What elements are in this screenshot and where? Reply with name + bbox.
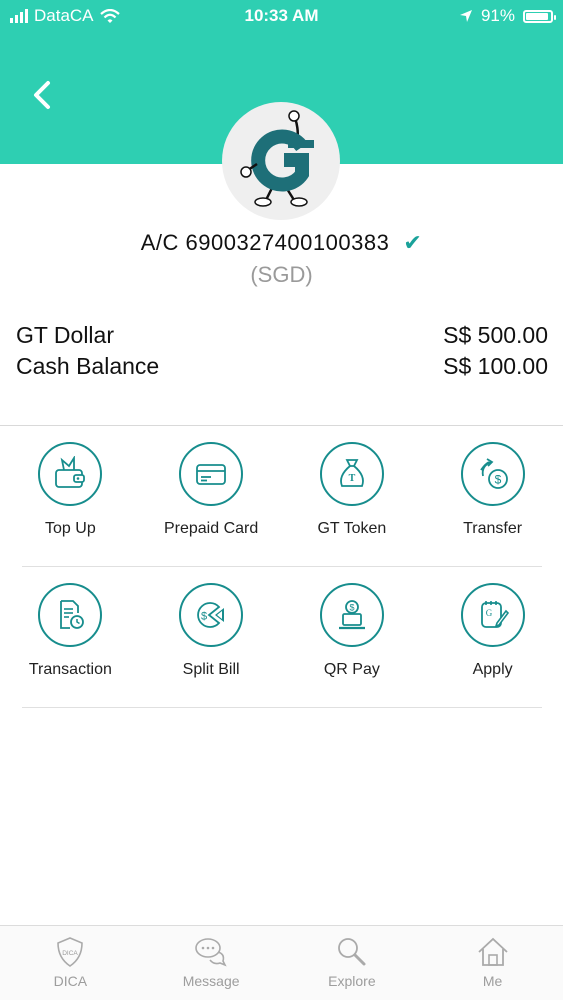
action-label: Transfer <box>463 520 523 537</box>
document-clock-icon <box>60 600 85 629</box>
balance-value: S$ 500.00 <box>443 322 548 348</box>
back-chevron-icon[interactable] <box>28 77 58 113</box>
icon-ring: $ <box>319 583 384 647</box>
balance-row-gt-dollar: GT Dollar S$ 500.00 <box>16 322 548 353</box>
action-label: Prepaid Card <box>163 520 259 537</box>
action-label: Apply <box>472 661 513 678</box>
magnifier-icon <box>337 938 366 966</box>
row-divider <box>22 566 542 567</box>
card-icon <box>196 464 227 485</box>
money-bag-icon: T <box>339 459 364 487</box>
split-bill-button[interactable]: $ Split Bill <box>141 583 282 679</box>
gt-token-button[interactable]: T GT Token <box>282 442 423 538</box>
icon-ring: $ <box>179 583 244 647</box>
tab-dica[interactable]: DICA DICA <box>0 926 141 1000</box>
check-icon: ✔ <box>403 230 423 255</box>
status-bar: DataCA 10:33 AM 91% <box>0 0 563 32</box>
battery-fill <box>526 12 548 20</box>
icon-ring <box>38 442 103 506</box>
tab-bar: DICA DICA Message Explore Me <box>0 925 563 1000</box>
tab-label: DICA <box>53 973 88 989</box>
icon-ring <box>179 442 244 506</box>
icon-ring: $ <box>460 442 525 506</box>
balance-value: S$ 100.00 <box>443 353 548 379</box>
account-currency: (SGD) <box>250 262 313 287</box>
action-label: GT Token <box>317 520 387 537</box>
chat-icon <box>195 938 227 967</box>
account-number: A/C 6900327400100383 <box>140 230 390 255</box>
qr-laptop-icon: $ <box>338 600 365 630</box>
icon-ring <box>38 583 103 647</box>
balance-label: GT Dollar <box>16 322 114 348</box>
location-arrow-icon <box>459 10 472 22</box>
svg-text:T: T <box>349 473 356 484</box>
section-divider <box>0 425 563 426</box>
action-label: Split Bill <box>182 661 240 678</box>
transfer-button[interactable]: $ Transfer <box>422 442 563 538</box>
tab-explore[interactable]: Explore <box>282 926 423 1000</box>
wallet-icon <box>55 456 86 488</box>
home-icon <box>478 937 508 966</box>
account-number-row: A/C 6900327400100383 ✔ <box>0 230 563 256</box>
top-up-button[interactable]: Top Up <box>0 442 141 538</box>
tab-label: Message <box>182 973 240 989</box>
svg-text:G: G <box>485 608 492 618</box>
avatar <box>222 102 340 220</box>
tab-label: Explore <box>328 973 376 989</box>
svg-text:$: $ <box>349 603 354 613</box>
qr-pay-button[interactable]: $ QR Pay <box>282 583 423 679</box>
action-row-2: Transaction $ Split Bill $ QR Pay G Appl… <box>0 583 563 679</box>
pie-dollar-icon: $ <box>197 602 225 628</box>
action-row-1: Top Up Prepaid Card T GT Token $ Transfe… <box>0 442 563 538</box>
icon-ring: G <box>460 583 525 647</box>
svg-text:$: $ <box>494 473 501 487</box>
action-label: Transaction <box>28 661 112 678</box>
shield-icon: DICA <box>57 937 84 967</box>
row-divider <box>22 707 542 708</box>
battery-icon <box>523 9 556 23</box>
tab-message[interactable]: Message <box>141 926 282 1000</box>
transfer-icon: $ <box>479 458 508 489</box>
battery-percent: 91% <box>480 6 515 25</box>
balance-row-cash: Cash Balance S$ 100.00 <box>16 353 548 384</box>
transaction-button[interactable]: Transaction <box>0 583 141 679</box>
balances: GT Dollar S$ 500.00 Cash Balance S$ 100.… <box>16 322 548 384</box>
svg-text:DICA: DICA <box>63 950 79 957</box>
svg-text:$: $ <box>201 611 207 623</box>
action-label: QR Pay <box>323 661 380 678</box>
form-pen-icon: G <box>480 601 509 628</box>
icon-ring: T <box>319 442 384 506</box>
action-label: Top Up <box>45 520 96 537</box>
tab-me[interactable]: Me <box>422 926 563 1000</box>
tab-label: Me <box>482 973 503 989</box>
balance-label: Cash Balance <box>16 353 160 379</box>
apply-button[interactable]: G Apply <box>422 583 563 679</box>
status-right: 91% <box>459 6 556 26</box>
mascot-logo-icon <box>240 110 314 207</box>
prepaid-card-button[interactable]: Prepaid Card <box>141 442 282 538</box>
